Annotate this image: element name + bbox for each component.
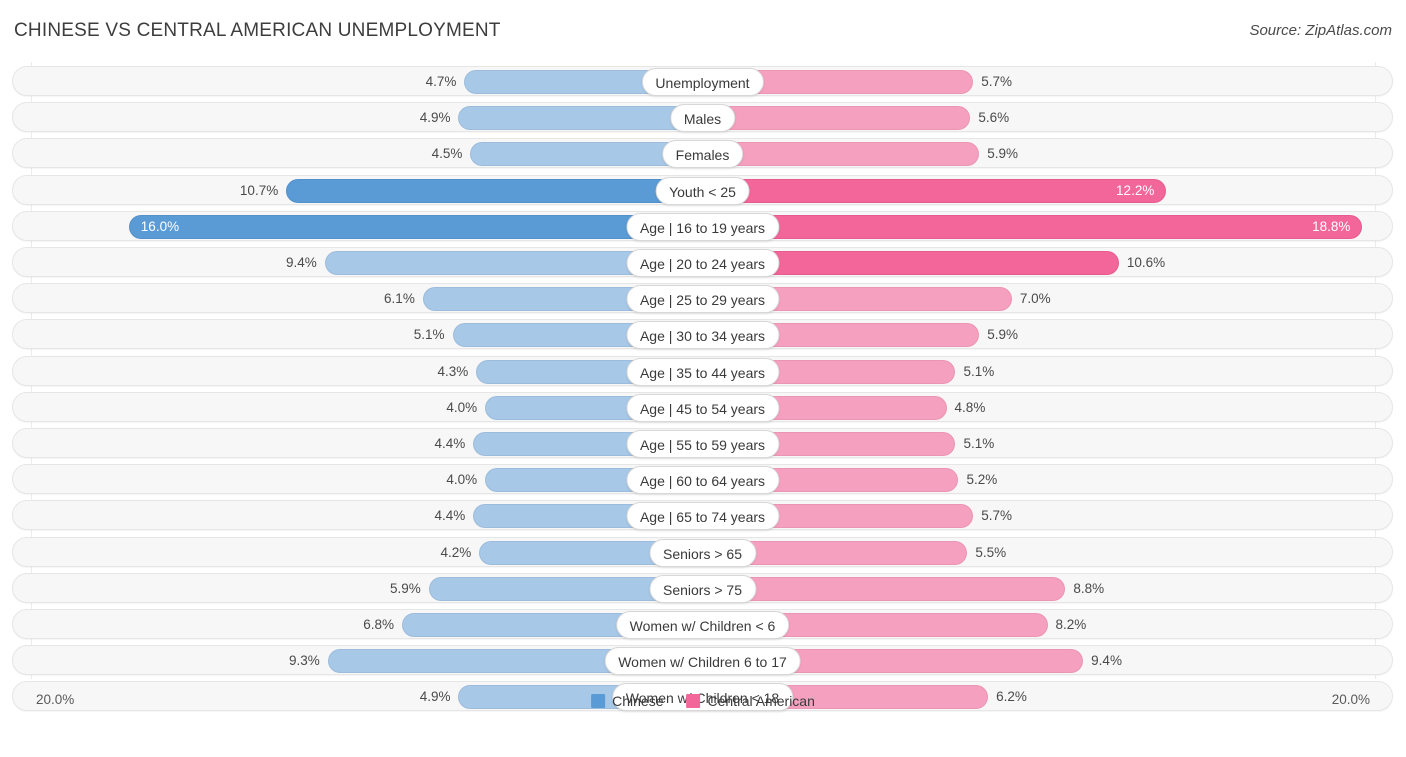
value-label-central-american: 5.1% [963,363,995,379]
value-label-central-american: 12.2% [1116,182,1155,198]
value-label-chinese: 4.3% [437,363,469,379]
value-label-central-american: 5.2% [966,472,998,488]
value-label-chinese: 4.9% [419,110,451,126]
bar-row: 6.8% 8.2% Women w/ Children < 6 [12,609,1393,639]
category-label: Age | 55 to 59 years [625,430,780,458]
category-label: Age | 45 to 54 years [625,393,780,422]
bar-row: 5.1% 5.9% Age | 30 to 34 years [12,319,1393,350]
value-label-chinese: 4.2% [440,544,472,560]
axis-label-left: 20.0% [36,692,75,707]
value-label-central-american: 6.2% [996,689,1027,705]
category-label: Age | 30 to 34 years [625,321,780,350]
value-label-chinese: 4.9% [419,689,451,705]
value-label-chinese: 9.3% [289,653,320,669]
category-label: Age | 25 to 29 years [625,285,780,314]
bar-chinese [286,178,704,203]
category-label: Seniors > 65 [649,538,756,567]
value-label-chinese: 4.0% [446,399,478,415]
value-label-central-american: 18.8% [1312,218,1351,234]
bar-row: 9.3% 9.4% Women w/ Children 6 to 17 [12,645,1393,676]
value-label-chinese: 5.9% [389,580,421,596]
category-label: Age | 16 to 19 years [625,212,780,241]
legend-item[interactable]: Chinese [591,693,663,709]
value-label-chinese: 16.0% [140,218,180,234]
value-label-central-american: 8.2% [1055,617,1087,632]
bar-chinese [128,214,704,239]
category-label: Women w/ Children < 6 [615,611,790,639]
category-label: Women w/ Children 6 to 17 [604,647,801,676]
legend-swatch-icon [591,694,606,708]
bar-row: 4.3% 5.1% Age | 35 to 44 years [12,355,1393,386]
bar-row: 9.4% 10.6% Age | 20 to 24 years [12,247,1393,277]
bar-row: 4.4% 5.1% Age | 55 to 59 years [12,428,1393,458]
value-label-chinese: 6.1% [384,291,415,307]
value-label-chinese: 5.1% [413,327,445,343]
value-label-central-american: 5.1% [963,436,995,451]
category-label: Males [669,104,736,133]
bar-central-american [704,214,1363,239]
bar-row: 4.2% 5.5% Seniors > 65 [12,536,1393,567]
category-label: Females [661,140,744,169]
legend-label: Chinese [612,693,664,709]
bar-row: 4.4% 5.7% Age | 65 to 74 years [12,500,1393,531]
value-label-central-american: 10.6% [1126,255,1166,270]
bar-row: 4.7% 5.7% Unemployment [12,66,1393,96]
value-label-central-american: 5.9% [987,146,1018,162]
bar-row: 4.0% 4.8% Age | 45 to 54 years [12,391,1393,422]
value-label-central-american: 4.8% [954,399,986,415]
legend: Chinese Central American [591,693,815,709]
value-label-chinese: 4.4% [434,436,466,451]
plot-area: 4.7% 5.7% Unemployment 4.9% 5.6% Males 4.5% 5.9… [0,62,1406,717]
category-label: Youth < 25 [655,176,750,205]
value-label-central-american: 5.5% [975,544,1007,560]
value-label-central-american: 9.4% [1091,653,1122,669]
value-label-chinese: 4.4% [434,508,466,524]
bar-central-american [704,142,980,167]
bar-row: 6.1% 7.0% Age | 25 to 29 years [12,283,1393,314]
legend-label: Central American [707,693,815,709]
value-label-chinese: 4.5% [431,146,463,162]
value-label-chinese: 4.0% [446,472,478,488]
category-label: Age | 20 to 24 years [625,249,780,277]
value-label-central-american: 5.6% [978,110,1010,126]
bar-row: 4.0% 5.2% Age | 60 to 64 years [12,464,1393,495]
value-label-chinese: 10.7% [239,182,279,198]
bar-central-american [704,576,1066,601]
source-attribution: Source: ZipAtlas.com [1249,22,1392,39]
category-label: Age | 60 to 64 years [625,466,780,495]
bar-row: 5.9% 8.8% Seniors > 75 [12,572,1393,603]
category-label: Unemployment [641,68,764,96]
category-label: Age | 35 to 44 years [625,357,780,386]
chart-root: CHINESE VS CENTRAL AMERICAN UNEMPLOYMENT… [0,0,1406,757]
value-label-central-american: 7.0% [1019,291,1051,307]
value-label-chinese: 9.4% [286,255,317,270]
value-label-central-american: 5.7% [981,508,1013,524]
bar-chinese [458,106,704,131]
category-label: Seniors > 75 [649,574,756,603]
axis-label-right: 20.0% [1331,692,1370,707]
value-label-central-american: 5.7% [981,74,1013,89]
page-title: CHINESE VS CENTRAL AMERICAN UNEMPLOYMENT [14,20,501,41]
bar-row: 4.9% 5.6% Males [12,102,1393,133]
bar-row: 16.0% 18.8% Age | 16 to 19 years [12,210,1393,241]
bar-row: 10.7% 12.2% Youth < 25 [12,174,1393,205]
value-label-central-american: 8.8% [1073,580,1105,596]
value-label-central-american: 5.9% [987,327,1018,343]
legend-item[interactable]: Central American [686,693,815,709]
legend-swatch-icon [686,694,701,708]
value-label-chinese: 4.7% [425,74,457,89]
value-label-chinese: 6.8% [363,617,395,632]
bar-row: 4.5% 5.9% Females [12,138,1393,169]
category-label: Age | 65 to 74 years [625,502,780,531]
bar-central-american [704,106,971,131]
